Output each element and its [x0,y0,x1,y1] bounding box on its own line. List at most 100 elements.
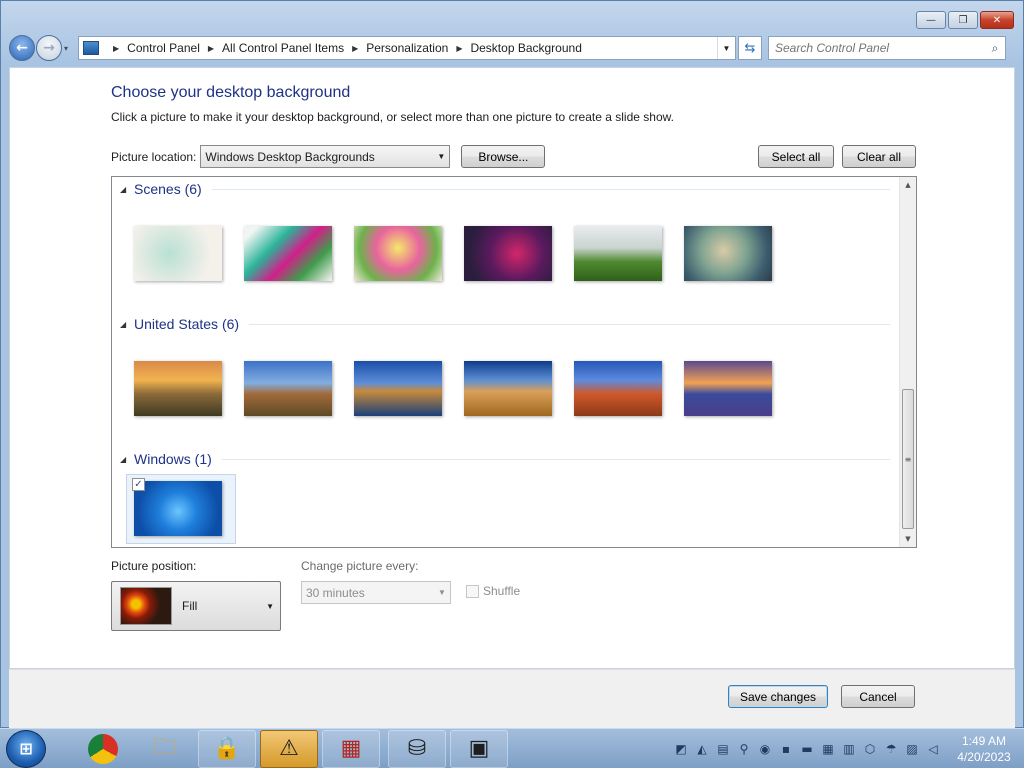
picture-location-label: Picture location: [111,149,197,164]
page-title: Choose your desktop background [111,84,351,101]
control-panel-icon[interactable]: ▣ [450,729,508,768]
wallpaper-thumbnail[interactable] [244,226,332,281]
tray-app-icon[interactable]: ▦ [820,741,836,757]
chevron-right-icon[interactable]: ▶ [352,44,358,53]
shuffle-checkbox[interactable]: Shuffle [466,584,520,598]
save-changes-button[interactable]: Save changes [728,685,828,708]
picture-position-dropdown[interactable]: Fill ▼ [111,581,281,631]
breadcrumb-control-panel[interactable]: Control Panel [127,41,200,55]
start-button[interactable]: ⊞ [6,729,46,768]
wallpaper-thumbnail[interactable] [134,226,222,281]
system-tray: ◩ ◭ ▤ ⚲ ◉ ▪ ▬ ▦ ▥ ⬡ ☂ ▨ ◁ 1:49 AM 4/20/2… [673,733,1024,765]
close-button[interactable]: ✕ [980,11,1014,29]
wallpaper-thumbnail[interactable] [684,361,772,416]
picture-location-dropdown[interactable]: Windows Desktop Backgrounds ▼ [200,145,451,168]
media-icon[interactable]: ▦ [322,729,380,768]
collapse-icon[interactable]: ◢ [120,455,134,464]
wallpaper-thumbnail[interactable] [464,226,552,281]
tray-app-icon[interactable]: ☂ [883,741,899,757]
group-divider [211,188,890,190]
navigation-bar: ← → ▾ ▶ Control Panel ▶ All Control Pane… [9,35,1015,61]
wallpaper-thumbnail[interactable] [574,226,662,281]
select-all-button[interactable]: Select all [758,145,834,168]
breadcrumb-all-items[interactable]: All Control Panel Items [222,41,344,55]
back-button[interactable]: ← [9,35,35,61]
group-name: United States (6) [134,316,240,332]
chevron-down-icon[interactable]: ▼ [717,37,735,59]
group-name: Scenes (6) [134,181,202,197]
group-header-united-states[interactable]: ◢ United States (6) [120,316,890,332]
explorer-icon[interactable]: 🗀 [136,730,194,768]
picture-position-label: Picture position: [111,559,197,573]
search-icon[interactable]: ⌕ [985,41,1005,56]
wallpaper-thumbnail-windows[interactable] [134,481,222,536]
chevron-down-icon: ▼ [266,601,274,611]
security-icon[interactable]: 🔒 [198,729,256,768]
drive-icon[interactable]: ⛁ [388,729,446,768]
refresh-button[interactable]: ⇆ [738,36,762,60]
scroll-up-icon[interactable]: ▲ [900,177,916,193]
selection-checkbox[interactable]: ✓ [132,478,145,491]
collapse-icon[interactable]: ◢ [120,185,134,194]
taskbar: ⊞ 🗀 🔒 ⚠ ▦ ⛁ ▣ ◩ ◭ ▤ ⚲ ◉ ▪ ▬ ▦ ▥ ⬡ ☂ ▨ ◁ … [0,728,1024,768]
wallpaper-thumbnail[interactable] [134,361,222,416]
picture-location-value: Windows Desktop Backgrounds [205,149,375,164]
tray-app-icon[interactable]: ▬ [799,741,815,757]
search-box[interactable]: ⌕ [768,36,1006,60]
scroll-down-icon[interactable]: ▼ [900,531,916,547]
clock-time: 1:49 AM [961,733,1007,748]
picture-location-row: Picture location: Windows Desktop Backgr… [111,145,546,168]
selected-wallpaper-item[interactable]: ✓ [126,474,236,544]
wallpaper-thumbnail[interactable] [244,361,332,416]
united-states-thumbnails [134,361,772,416]
clock[interactable]: 1:49 AM 4/20/2023 [952,733,1016,765]
browse-button[interactable]: Browse... [461,145,546,168]
wallpaper-thumbnail[interactable] [574,361,662,416]
address-bar[interactable]: ▶ Control Panel ▶ All Control Panel Item… [78,36,736,60]
chevron-right-icon[interactable]: ▶ [208,44,214,53]
scenes-thumbnails [134,226,772,281]
tray-app-icon[interactable]: ▤ [715,741,731,757]
chevron-right-icon[interactable]: ▶ [456,44,462,53]
breadcrumb-desktop-background[interactable]: Desktop Background [470,41,581,55]
tray-app-icon[interactable]: ◩ [673,741,689,757]
tray-app-icon[interactable]: ◉ [757,741,773,757]
group-name: Windows (1) [134,451,212,467]
change-picture-dropdown[interactable]: 30 minutes ▼ [301,581,451,604]
tray-app-icon[interactable]: ⬡ [862,741,878,757]
wallpaper-thumbnail[interactable] [464,361,552,416]
wallpaper-thumbnail[interactable] [354,361,442,416]
tray-app-icon[interactable]: ◭ [694,741,710,757]
position-preview-image [120,587,172,625]
gallery-scrollbar[interactable]: ▲ ≡ ▼ [899,177,916,547]
wallpaper-thumbnail[interactable] [354,226,442,281]
minimize-button[interactable]: — [916,11,946,29]
picture-position-value: Fill [182,599,198,613]
page-subtitle: Click a picture to make it your desktop … [111,110,674,124]
tray-app-icon[interactable]: ⚲ [736,741,752,757]
breadcrumb-personalization[interactable]: Personalization [366,41,448,55]
search-input[interactable] [775,41,985,55]
cancel-button[interactable]: Cancel [841,685,915,708]
shuffle-label: Shuffle [483,584,521,598]
wallpaper-thumbnail[interactable] [684,226,772,281]
recent-pages-icon[interactable]: ▾ [64,44,74,53]
tray-app-icon[interactable]: ▥ [841,741,857,757]
checkbox-box[interactable] [466,584,479,598]
warning-icon[interactable]: ⚠ [260,729,318,768]
chevron-right-icon[interactable]: ▶ [113,44,119,53]
collapse-icon[interactable]: ◢ [120,320,134,329]
scrollbar-thumb[interactable]: ≡ [902,389,914,529]
chrome-icon[interactable] [74,730,132,768]
change-picture-value: 30 minutes [306,585,365,600]
volume-icon[interactable]: ◁ [925,741,941,757]
change-picture-label: Change picture every: [301,559,419,573]
maximize-button[interactable]: ❐ [948,11,978,29]
network-icon[interactable]: ▨ [904,741,920,757]
clear-all-button[interactable]: Clear all [842,145,916,168]
group-header-scenes[interactable]: ◢ Scenes (6) [120,181,890,197]
group-header-windows[interactable]: ◢ Windows (1) [120,451,890,467]
footer-bar: Save changes Cancel [9,669,1015,729]
forward-button[interactable]: → [36,35,62,61]
tray-app-icon[interactable]: ▪ [778,741,794,757]
